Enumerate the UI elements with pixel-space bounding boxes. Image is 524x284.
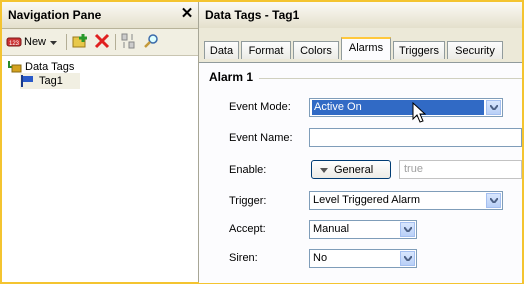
mouse-cursor-icon [412,101,427,127]
chevron-down-icon[interactable] [400,222,415,237]
event-name-label: Event Name: [229,132,293,144]
delete-button[interactable] [94,32,112,52]
tree-item-label: Data Tags [25,61,75,73]
chevron-down-icon [50,36,58,48]
navigation-tree: Data Tags Tag1 [2,56,198,282]
enable-value-input[interactable]: true [399,160,522,179]
enable-label: Enable: [229,164,267,176]
enable-value: true [404,163,423,175]
siren-value: No [313,252,328,264]
chevron-down-icon[interactable] [400,251,415,266]
tab-data[interactable]: Data [204,41,239,59]
tree-item-tag1[interactable]: Tag1 [20,73,80,89]
event-name-input[interactable] [309,128,522,147]
section-divider [259,78,522,79]
event-mode-value: Active On [312,100,484,115]
alarms-content: Alarm 1 Event Mode: Active On Event Name… [199,62,522,283]
sort-icon [120,33,136,52]
navigation-pane-header: Navigation Pane ✕ [2,2,198,29]
event-mode-label: Event Mode: [229,101,291,113]
siren-select[interactable]: No [309,249,417,268]
toolbar-separator [115,34,116,50]
enable-general-button[interactable]: General [311,160,391,179]
new-button-label: New [24,36,47,48]
tab-security[interactable]: Security [447,41,503,59]
triangle-down-icon [320,164,328,176]
tab-format[interactable]: Format [241,41,291,59]
toolbar-separator [66,34,67,50]
trigger-select[interactable]: Level Triggered Alarm [309,191,503,210]
svg-text:123: 123 [9,41,20,47]
new-button[interactable]: 123 New [6,32,60,52]
trigger-value: Level Triggered Alarm [313,194,420,206]
delete-icon [94,33,110,52]
accept-label: Accept: [229,223,266,235]
data-tags-icon [6,60,22,74]
sort-button[interactable] [120,32,138,52]
event-mode-select[interactable]: Active On [309,98,503,117]
accept-value: Manual [313,223,350,235]
tab-strip: Data Format Colors Alarms Triggers Secur… [199,28,522,64]
section-title: Alarm 1 [209,70,254,84]
siren-label: Siren: [229,252,258,264]
add-item-icon [72,33,90,52]
accept-select[interactable]: Manual [309,220,417,239]
data-tag-panel: Data Tags - Tag1 Data Format Colors Alar… [199,2,522,283]
close-icon[interactable]: ✕ [179,5,195,23]
tab-alarms[interactable]: Alarms [341,37,391,60]
search-icon [143,33,159,52]
panel-title: Data Tags - Tag1 [205,8,300,22]
new-tag-icon: 123 [6,35,22,49]
search-button[interactable] [143,32,161,52]
tag-flag-icon [20,74,36,88]
navigation-toolbar: 123 New [2,29,198,56]
navigation-pane-title: Navigation Pane [8,8,102,22]
chevron-down-icon[interactable] [486,193,501,208]
add-item-button[interactable] [72,32,90,52]
panel-header: Data Tags - Tag1 [199,2,522,29]
tab-colors[interactable]: Colors [293,41,339,59]
tab-triggers[interactable]: Triggers [393,41,445,59]
chevron-down-icon[interactable] [486,100,501,115]
navigation-pane: Navigation Pane ✕ 123 New Data Tags Tag1 [2,2,199,282]
trigger-label: Trigger: [229,195,267,207]
enable-button-label: General [334,163,374,176]
tree-item-label: Tag1 [39,75,63,87]
